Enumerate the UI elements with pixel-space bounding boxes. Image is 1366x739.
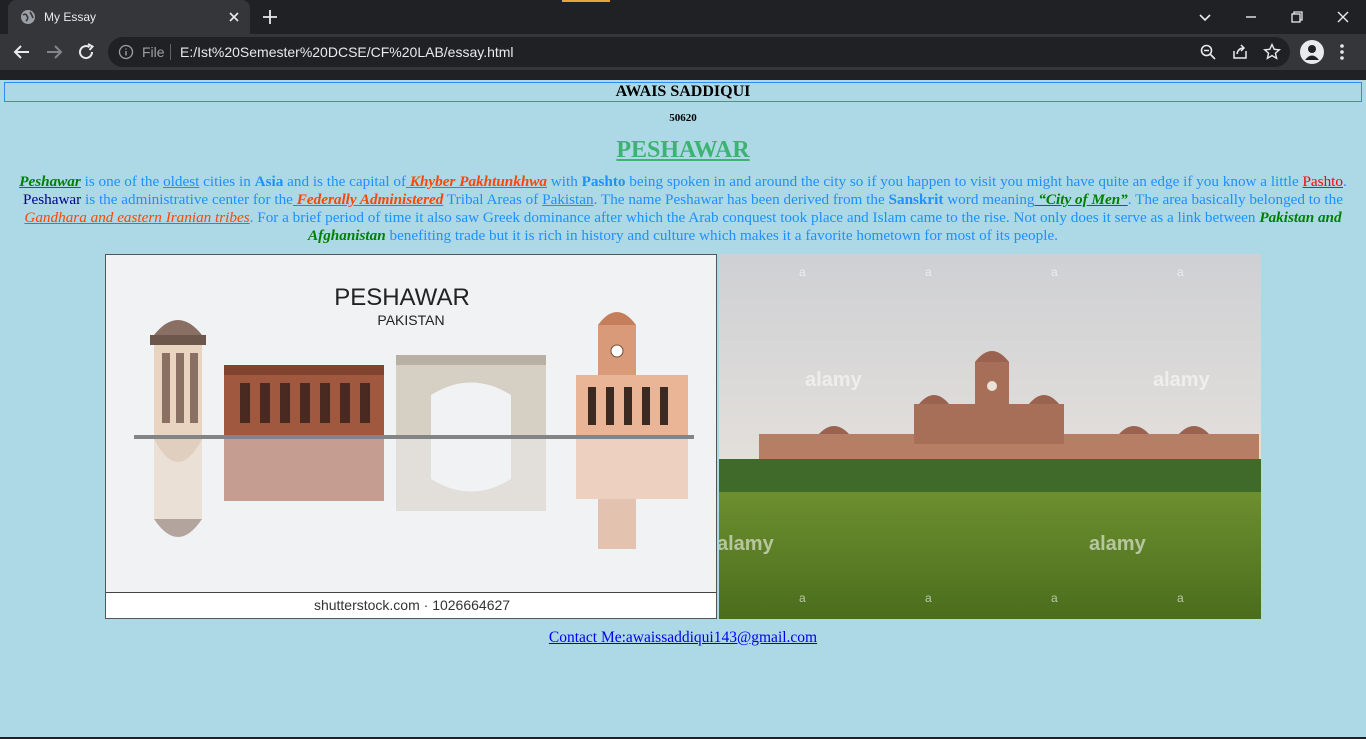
star-icon[interactable] [1262, 42, 1282, 62]
url-separator [170, 44, 171, 60]
essay-text: is one of the [80, 173, 164, 190]
essay-text: and is the capital of [283, 173, 407, 190]
skyline-subheading: PAKISTAN [377, 312, 444, 328]
watermark-letter: a [925, 265, 932, 279]
url-text[interactable]: E:/Ist%20Semester%20DCSE/CF%20LAB/essay.… [180, 44, 514, 60]
reload-icon[interactable] [74, 40, 98, 64]
zoom-icon[interactable] [1198, 42, 1218, 62]
essay-keyword: Gandhara and eastern Iranian tribes [24, 209, 250, 226]
watermark-letter: a [1051, 591, 1058, 605]
watermark-letter: a [1177, 591, 1184, 605]
window-close-icon[interactable] [1331, 5, 1355, 29]
watermark-letter: a [1177, 265, 1184, 279]
essay-text: word meaning [943, 191, 1035, 208]
student-id: 50620 [669, 112, 697, 124]
watermark-text: alamy [1153, 369, 1211, 391]
watermark-letter: a [799, 591, 806, 605]
author-name: AWAIS SADDIQUI [4, 82, 1362, 102]
essay-keyword: oldest [163, 173, 200, 190]
essay-keyword: Peshawar [19, 173, 81, 190]
watermark-letter: a [1051, 265, 1058, 279]
essay-keyword: “City of Men” [1034, 191, 1128, 208]
forward-arrow-icon[interactable] [42, 40, 66, 64]
active-tab[interactable]: My Essay [8, 0, 250, 34]
watermark-text: alamy [1089, 533, 1147, 555]
essay-text: . [1343, 173, 1347, 190]
essay-text: is the administrative center for the [81, 191, 293, 208]
watermark-letter: a [799, 265, 806, 279]
minaret-building [150, 320, 206, 537]
essay-keyword: Peshawar [23, 191, 82, 208]
profile-icon[interactable] [1300, 40, 1324, 64]
restore-icon[interactable] [1285, 5, 1309, 29]
tab-title: My Essay [44, 10, 97, 24]
essay-keyword: Asia [254, 173, 284, 190]
essay-keyword: Sanskrit [888, 191, 944, 208]
skyline-illustration: PESHAWAR PAKISTAN [106, 255, 716, 594]
close-icon[interactable] [226, 9, 242, 25]
plus-icon[interactable] [260, 7, 280, 27]
peshawar-skyline-image: PESHAWAR PAKISTAN shutterstock.com · 102… [105, 254, 717, 619]
essay-text: . For a brief period of time it also saw… [249, 209, 1260, 226]
browser-toolbar: File E:/Ist%20Semester%20DCSE/CF%20LAB/e… [0, 34, 1366, 70]
watermark-text: alamy [805, 369, 863, 391]
college-photo-illustration: alamy alamy alamy alamy a a a a a a a a [719, 254, 1261, 619]
essay-keyword: Pashto [1302, 173, 1343, 190]
essay-text: . The area basically belonged to the [1127, 191, 1343, 208]
essay-paragraph: Peshawar is one of the oldest cities in … [6, 173, 1360, 245]
watermark-text: alamy [719, 533, 775, 555]
red-brick-building [224, 365, 384, 501]
contact-email-link[interactable]: Contact Me:awaissaddiqui143@gmail.com [549, 629, 817, 646]
minimize-icon[interactable] [1239, 5, 1263, 29]
info-icon[interactable] [118, 44, 134, 60]
chevron-down-icon[interactable] [1193, 5, 1217, 29]
essay-keyword: Khyber Pakhtunkhwa [406, 173, 547, 190]
essay-text: being spoken in and around the city so i… [625, 173, 1303, 190]
essay-keyword: Pakistan [542, 191, 594, 208]
watermark-letter: a [925, 591, 932, 605]
gate-building [396, 355, 546, 511]
url-scheme: File [142, 44, 165, 60]
stock-caption: shutterstock.com · 1026664627 [106, 592, 716, 618]
skyline-heading: PESHAWAR [334, 284, 470, 311]
kebab-menu-icon[interactable] [1335, 40, 1349, 64]
essay-text: benefiting trade but it is rich in histo… [385, 227, 1058, 244]
page-title: PESHAWAR [616, 137, 750, 163]
back-arrow-icon[interactable] [10, 40, 34, 64]
globe-icon [21, 10, 35, 24]
islamia-college-photo: alamy alamy alamy alamy a a a a a a a a [719, 254, 1261, 619]
address-bar[interactable]: File E:/Ist%20Semester%20DCSE/CF%20LAB/e… [108, 37, 1290, 67]
essay-keyword: Federally Administered [292, 191, 444, 208]
contact-line: Contact Me:awaissaddiqui143@gmail.com [0, 629, 1366, 647]
share-icon[interactable] [1230, 42, 1250, 62]
essay-text: Tribal Areas of [443, 191, 543, 208]
essay-text: with [547, 173, 582, 190]
essay-keyword: Pashto [581, 173, 626, 190]
tab-strip: My Essay [0, 0, 1366, 34]
toolbar-divider [0, 70, 1366, 80]
tab-accent-line [562, 0, 610, 2]
essay-text: . The name Peshawar has been derived fro… [593, 191, 889, 208]
page-viewport: AWAIS SADDIQUI 50620 PESHAWAR Peshawar i… [0, 80, 1366, 739]
essay-text: cities in [199, 173, 255, 190]
